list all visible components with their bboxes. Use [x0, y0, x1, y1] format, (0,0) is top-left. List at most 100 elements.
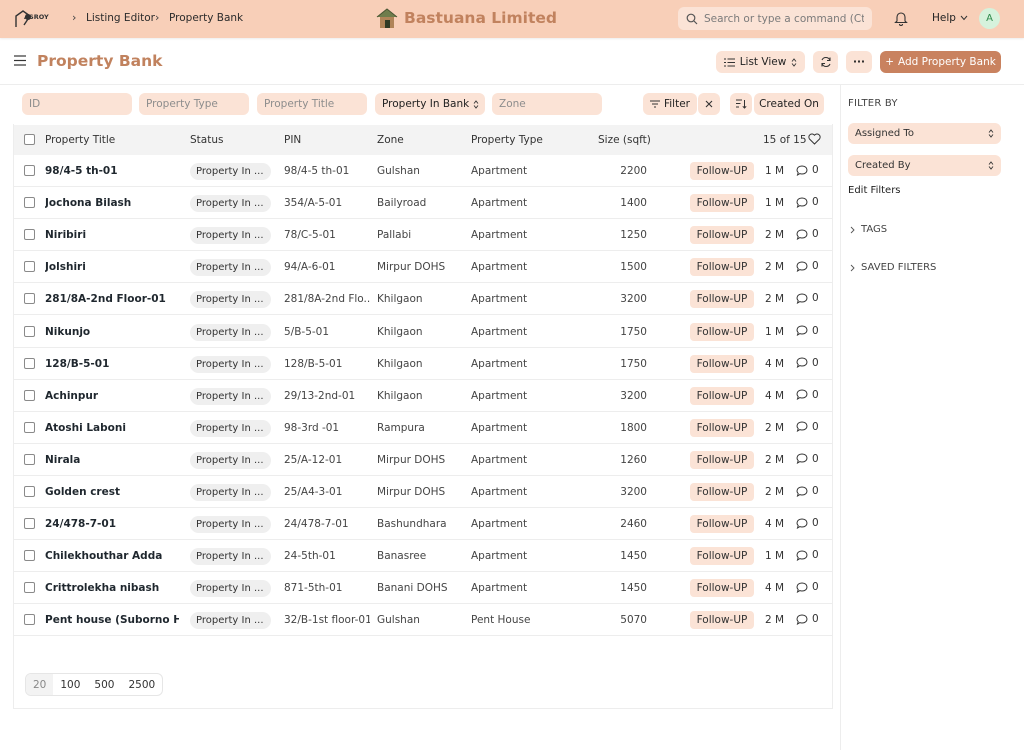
- id-filter[interactable]: [22, 93, 132, 115]
- page-length-2500[interactable]: 2500: [121, 674, 162, 695]
- row-checkbox[interactable]: [24, 421, 35, 433]
- property-title-filter[interactable]: [257, 93, 367, 115]
- edit-filters-link[interactable]: Edit Filters: [848, 185, 901, 196]
- search-input[interactable]: [704, 12, 864, 25]
- comment-count[interactable]: 0: [796, 357, 819, 369]
- table-row[interactable]: Jochona Bilash Property In ... 354/A-5-01 B…: [14, 187, 832, 220]
- follow-up-button[interactable]: Follow-UP: [690, 483, 754, 501]
- sort-order-button[interactable]: [730, 93, 752, 115]
- follow-up-button[interactable]: Follow-UP: [690, 322, 754, 341]
- table-row[interactable]: 281/8A-2nd Floor-01 Property In ... 281/8A…: [14, 283, 832, 316]
- property-title-cell[interactable]: Jochona Bilash: [45, 197, 179, 209]
- row-checkbox[interactable]: [24, 614, 35, 626]
- follow-up-button[interactable]: Follow-UP: [690, 579, 754, 598]
- created-by-select[interactable]: Created By: [848, 155, 1001, 176]
- comment-count[interactable]: 0: [796, 485, 819, 497]
- table-row[interactable]: Atoshi Laboni Property In ... 98-3rd -01 Ra…: [14, 412, 832, 444]
- property-title-cell[interactable]: 281/8A-2nd Floor-01: [45, 293, 179, 305]
- search-bar[interactable]: [678, 7, 872, 30]
- column-header-title[interactable]: Property Title: [45, 134, 115, 146]
- table-row[interactable]: Pent house (Suborno Heights) Property In …: [14, 604, 832, 637]
- id-filter-input[interactable]: [29, 98, 132, 110]
- property-title-filter-input[interactable]: [264, 98, 367, 110]
- sidebar-toggle-button[interactable]: [14, 55, 26, 69]
- follow-up-button[interactable]: Follow-UP: [690, 290, 754, 309]
- comment-count[interactable]: 0: [796, 453, 819, 465]
- page-length-100[interactable]: 100: [53, 674, 87, 695]
- property-type-filter-input[interactable]: [146, 98, 249, 110]
- tags-section-toggle[interactable]: TAGS: [850, 224, 887, 235]
- clear-filters-button[interactable]: [698, 93, 720, 115]
- comment-count[interactable]: 0: [796, 260, 819, 272]
- follow-up-button[interactable]: Follow-UP: [690, 450, 754, 469]
- status-filter-select[interactable]: Property In Bank: [375, 93, 485, 115]
- property-title-cell[interactable]: 128/B-5-01: [45, 358, 179, 370]
- notifications-button[interactable]: [894, 11, 908, 29]
- page-length-20[interactable]: 20: [26, 674, 54, 695]
- row-checkbox[interactable]: [24, 357, 35, 369]
- table-row[interactable]: 128/B-5-01 Property In ... 128/B-5-01 Khilg…: [14, 348, 832, 380]
- filter-button[interactable]: Filter: [643, 93, 697, 115]
- property-type-filter[interactable]: [139, 93, 249, 115]
- select-all-checkbox[interactable]: [24, 134, 35, 145]
- row-checkbox[interactable]: [24, 293, 35, 305]
- row-checkbox[interactable]: [24, 518, 35, 530]
- row-checkbox[interactable]: [24, 453, 35, 465]
- comment-count[interactable]: 0: [796, 421, 819, 433]
- property-title-cell[interactable]: 98/4-5 th-01: [45, 165, 179, 177]
- row-checkbox[interactable]: [24, 582, 35, 594]
- column-header-size[interactable]: Size (sqft): [598, 134, 651, 146]
- table-row[interactable]: Golden crest Property In ... 25/A4-3-01 Mir…: [14, 476, 832, 508]
- row-checkbox[interactable]: [24, 197, 35, 209]
- page-length-500[interactable]: 500: [87, 674, 121, 695]
- zone-filter-input[interactable]: [499, 98, 602, 110]
- comment-count[interactable]: 0: [796, 549, 819, 561]
- table-row[interactable]: Niribiri Property In ... 78/C-5-01 Pallabi A…: [14, 219, 832, 252]
- comment-count[interactable]: 0: [796, 292, 819, 304]
- row-checkbox[interactable]: [24, 165, 35, 176]
- refresh-button[interactable]: [813, 51, 838, 73]
- property-title-cell[interactable]: Jolshiri: [45, 261, 179, 273]
- row-checkbox[interactable]: [24, 261, 35, 273]
- comment-count[interactable]: 0: [796, 196, 819, 208]
- row-checkbox[interactable]: [24, 389, 35, 401]
- table-row[interactable]: Nirala Property In ... 25/A-12-01 Mirpur DO…: [14, 444, 832, 476]
- table-row[interactable]: Chilekhouthar Adda Property In ... 24-5th-…: [14, 540, 832, 573]
- comment-count[interactable]: 0: [796, 581, 819, 593]
- row-checkbox[interactable]: [24, 486, 35, 497]
- row-checkbox[interactable]: [24, 229, 35, 241]
- follow-up-button[interactable]: Follow-UP: [690, 611, 754, 630]
- property-title-cell[interactable]: 24/478-7-01: [45, 518, 179, 530]
- follow-up-button[interactable]: Follow-UP: [690, 258, 754, 277]
- avatar[interactable]: A: [979, 8, 1000, 29]
- breadcrumb-listing-editor[interactable]: Listing Editor: [86, 12, 155, 24]
- comment-count[interactable]: 0: [796, 389, 819, 401]
- column-header-status[interactable]: Status: [190, 134, 223, 146]
- breadcrumb-property-bank[interactable]: Property Bank: [169, 12, 243, 24]
- property-title-cell[interactable]: Pent house (Suborno Heights): [45, 614, 179, 626]
- row-checkbox[interactable]: [24, 325, 35, 337]
- add-property-bank-button[interactable]: + Add Property Bank: [880, 51, 1001, 73]
- property-title-cell[interactable]: Achinpur: [45, 390, 179, 402]
- zone-filter[interactable]: [492, 93, 602, 115]
- list-view-button[interactable]: List View: [716, 51, 805, 73]
- property-title-cell[interactable]: Golden crest: [45, 486, 179, 498]
- table-row[interactable]: 98/4-5 th-01 Property In ... 98/4-5 th-01 G…: [14, 155, 832, 187]
- follow-up-button[interactable]: Follow-UP: [690, 162, 754, 180]
- column-header-zone[interactable]: Zone: [377, 134, 404, 146]
- column-header-pin[interactable]: PIN: [284, 134, 301, 146]
- table-row[interactable]: 24/478-7-01 Property In ... 24/478-7-01 Bas…: [14, 508, 832, 541]
- comment-count[interactable]: 0: [796, 164, 819, 176]
- table-row[interactable]: Nikunjo Property In ... 5/B-5-01 Khilgaon Ap…: [14, 316, 832, 348]
- saved-filters-section-toggle[interactable]: SAVED FILTERS: [850, 262, 936, 273]
- comment-count[interactable]: 0: [796, 325, 819, 337]
- table-row[interactable]: Crittrolekha nibash Property In ... 871-5t…: [14, 572, 832, 605]
- follow-up-button[interactable]: Follow-UP: [690, 547, 754, 566]
- comment-count[interactable]: 0: [796, 517, 819, 529]
- assigned-to-select[interactable]: Assigned To: [848, 123, 1001, 144]
- sort-by-button[interactable]: Created On: [754, 93, 824, 115]
- follow-up-button[interactable]: Follow-UP: [690, 226, 754, 245]
- follow-up-button[interactable]: Follow-UP: [690, 354, 754, 373]
- heart-icon[interactable]: [808, 133, 821, 145]
- row-checkbox[interactable]: [24, 550, 35, 562]
